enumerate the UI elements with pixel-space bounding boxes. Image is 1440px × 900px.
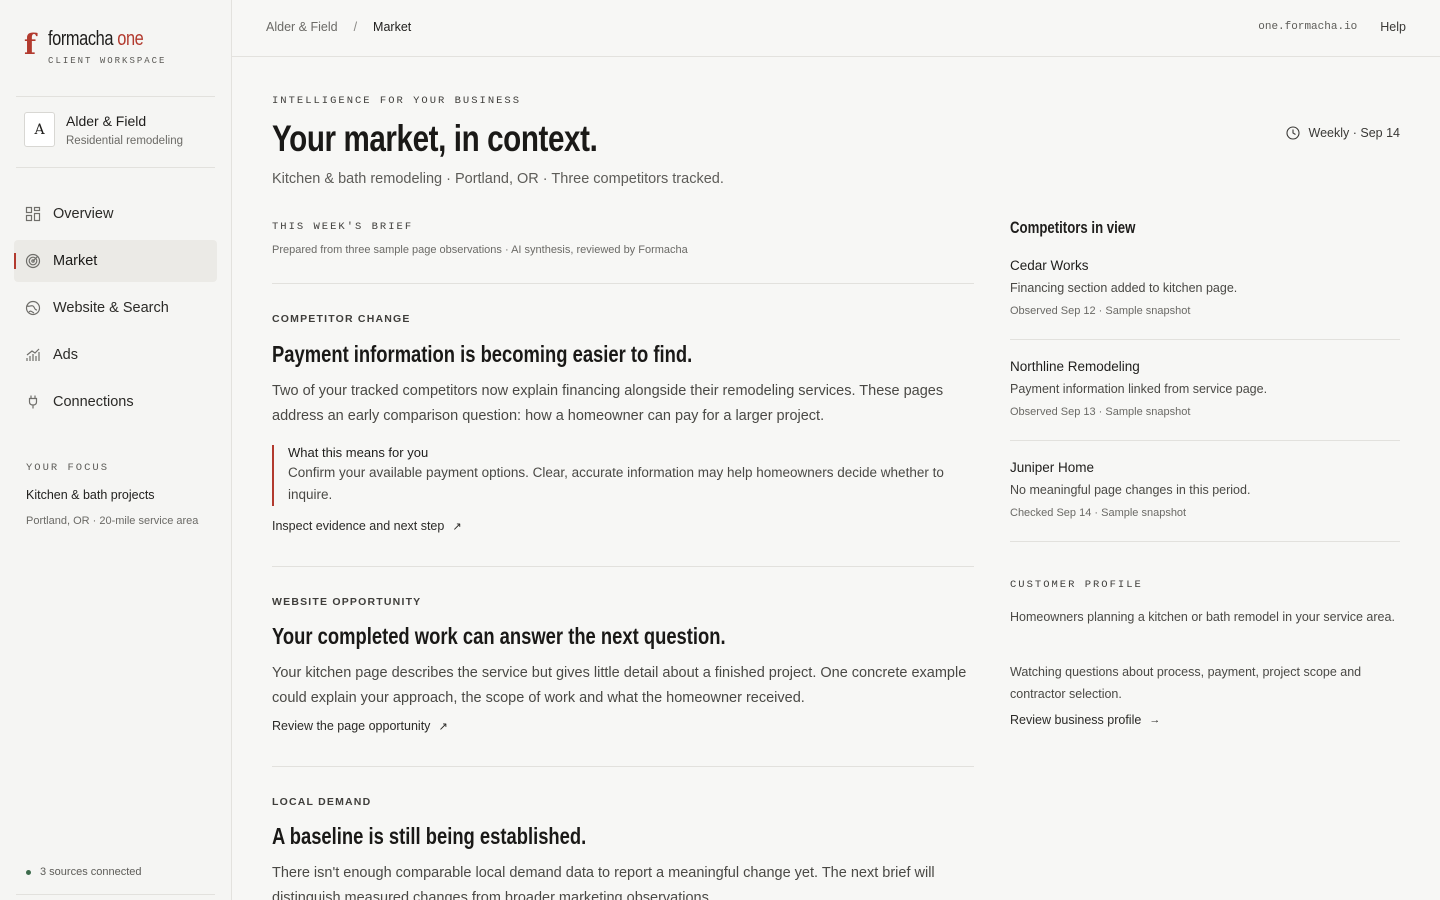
competitor-name: Cedar Works <box>1010 258 1089 273</box>
sidebar-item-label: Connections <box>53 394 134 410</box>
focus-subtitle: Portland, OR · 20-mile service area <box>26 515 199 527</box>
sidebar-item-market[interactable]: Market <box>14 240 217 282</box>
arrow-right-icon: → <box>1149 714 1161 726</box>
sidebar-divider <box>16 894 215 895</box>
competitor-item[interactable]: Cedar Works Financing section added to k… <box>1010 258 1400 340</box>
sidebar-item-overview[interactable]: Overview <box>14 193 217 235</box>
section-divider <box>272 566 974 567</box>
brand-logo[interactable]: f formacha one CLIENT WORKSPACE <box>24 28 166 66</box>
account-name: Alder & Field <box>66 112 147 129</box>
section-divider <box>272 283 974 284</box>
arrow-up-right-icon: ↗ <box>452 520 462 533</box>
callout-title: What this means for you <box>288 445 429 460</box>
target-icon <box>25 253 41 269</box>
insight-body: Two of your tracked competitors now expl… <box>272 383 944 424</box>
breadcrumb-separator: / <box>353 20 358 34</box>
insight-title: A baseline is still being established. <box>272 823 587 849</box>
insight-title: Your completed work can answer the next … <box>272 623 726 649</box>
clock-icon <box>1285 126 1300 140</box>
sidebar-divider <box>16 167 215 168</box>
sources-status[interactable]: 3 sources connected <box>26 866 142 878</box>
page-subtitle: Kitchen & bath remodeling · Portland, OR… <box>272 171 724 187</box>
focus-label: YOUR FOCUS <box>26 462 110 474</box>
globe-icon <box>25 300 41 316</box>
brand-name-suffix: one <box>117 28 144 50</box>
competitor-item[interactable]: Northline Remodeling Payment information… <box>1010 359 1400 441</box>
bar-chart-icon <box>25 347 41 363</box>
brand-name: formacha one <box>48 28 145 50</box>
sidebar-item-website-search[interactable]: Website & Search <box>14 287 217 329</box>
insight-body: There isn't enough comparable local dema… <box>272 865 935 900</box>
grid-icon <box>25 206 41 222</box>
top-bar: Alder & Field / Market one.formacha.io H… <box>232 0 1440 57</box>
avatar: A <box>24 112 55 147</box>
review-page-opportunity-link[interactable]: Review the page opportunity ↗ <box>272 719 448 733</box>
top-bar-actions: one.formacha.io Help <box>1258 20 1406 34</box>
competitor-meta: Observed Sep 13 · Sample snapshot <box>1010 406 1191 418</box>
sidebar-divider <box>16 96 215 97</box>
plug-icon <box>25 394 41 410</box>
brand-subtitle: CLIENT WORKSPACE <box>48 56 167 66</box>
insight-label: COMPETITOR CHANGE <box>272 313 411 325</box>
cadence-label: Weekly · Sep 14 <box>1308 126 1400 140</box>
inspect-evidence-link[interactable]: Inspect evidence and next step ↗ <box>272 519 462 533</box>
sidebar-nav: Overview Market Website & Search Ads Con… <box>14 193 217 428</box>
account-switcher[interactable]: A Alder & Field Residential remodeling <box>24 112 214 147</box>
sidebar-item-label: Ads <box>53 347 78 363</box>
competitor-name: Northline Remodeling <box>1010 359 1140 374</box>
customer-profile-text: Watching questions about process, paymen… <box>1010 665 1362 701</box>
breadcrumb-root[interactable]: Alder & Field <box>266 20 338 34</box>
brand-name-main: formacha <box>48 28 114 50</box>
competitor-change: Payment information linked from service … <box>1010 382 1268 396</box>
callout-body: Confirm your available payment options. … <box>288 465 944 502</box>
insight-label: WEBSITE OPPORTUNITY <box>272 596 422 608</box>
sidebar: f formacha one CLIENT WORKSPACE A Alder … <box>0 0 232 900</box>
insight-body: Your kitchen page describes the service … <box>272 665 967 706</box>
link-label: Inspect evidence and next step <box>272 519 445 533</box>
customer-profile-label: CUSTOMER PROFILE <box>1010 579 1143 591</box>
focus-title: Kitchen & bath projects <box>26 488 155 502</box>
sidebar-item-label: Overview <box>53 206 114 222</box>
competitor-meta: Checked Sep 14 · Sample snapshot <box>1010 507 1187 519</box>
breadcrumb: Alder & Field / Market <box>266 20 411 34</box>
competitor-meta: Observed Sep 12 · Sample snapshot <box>1010 305 1191 317</box>
breadcrumb-current: Market <box>373 20 412 34</box>
competitor-item[interactable]: Juniper Home No meaningful page changes … <box>1010 460 1400 542</box>
insight-title: Payment information is becoming easier t… <box>272 341 693 367</box>
brief-note: Prepared from three sample page observat… <box>272 244 688 256</box>
arrow-up-right-icon: ↗ <box>438 720 448 733</box>
brief-label: THIS WEEK'S BRIEF <box>272 221 414 233</box>
sidebar-item-label: Website & Search <box>53 300 169 316</box>
insight-label: LOCAL DEMAND <box>272 796 372 808</box>
competitor-name: Juniper Home <box>1010 460 1095 475</box>
link-label: Review the page opportunity <box>272 719 431 733</box>
hero-eyebrow: INTELLIGENCE FOR YOUR BUSINESS <box>272 95 522 107</box>
review-business-profile-link[interactable]: Review business profile → <box>1010 713 1160 727</box>
customer-profile-text: Homeowners planning a kitchen or bath re… <box>1010 610 1395 624</box>
account-type: Residential remodeling <box>66 134 183 147</box>
brand-mark-icon: f <box>24 28 37 61</box>
competitors-title: Competitors in view <box>1010 219 1136 237</box>
page-title: Your market, in context. <box>272 118 598 159</box>
link-label: Review business profile <box>1010 713 1142 727</box>
competitor-change: No meaningful page changes in this perio… <box>1010 483 1251 497</box>
sidebar-item-connections[interactable]: Connections <box>14 381 217 423</box>
sources-count: 3 sources connected <box>40 866 142 878</box>
implication-callout: What this means for you Confirm your ava… <box>272 445 974 506</box>
help-link[interactable]: Help <box>1380 20 1406 34</box>
report-cadence: Weekly · Sep 14 <box>1285 126 1400 140</box>
sidebar-item-label: Market <box>53 253 98 269</box>
focus-panel: YOUR FOCUS Kitchen & bath projects Portl… <box>26 462 206 530</box>
competitor-change: Financing section added to kitchen page. <box>1010 281 1238 295</box>
status-dot-icon <box>26 869 31 875</box>
section-divider <box>272 766 974 767</box>
sidebar-item-ads[interactable]: Ads <box>14 334 217 376</box>
workspace-domain: one.formacha.io <box>1258 21 1358 33</box>
